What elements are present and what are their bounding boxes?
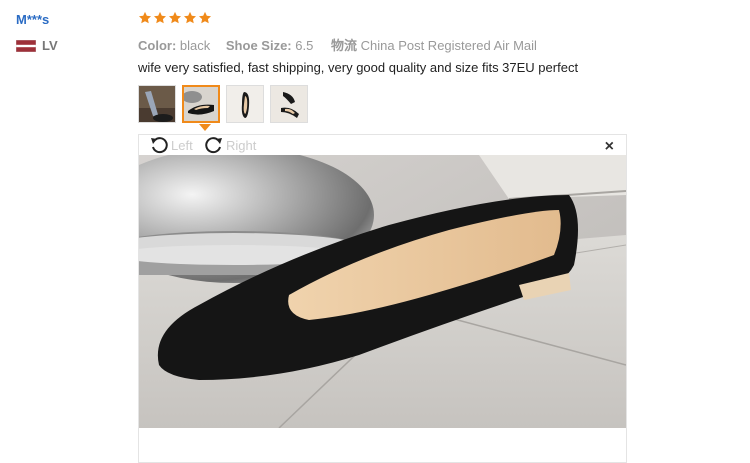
star-icon <box>168 11 182 24</box>
rotate-right-label: Right <box>226 137 257 153</box>
review-text: wife very satisfied, fast shipping, very… <box>138 60 579 75</box>
order-info: Color: black Shoe Size: 6.5 物流 China Pos… <box>138 35 549 54</box>
rotate-left-icon <box>151 137 168 154</box>
size-value: 6.5 <box>295 38 314 53</box>
latvia-flag-icon <box>16 39 36 52</box>
size-label: Shoe Size: <box>225 38 292 53</box>
star-rating <box>138 11 212 25</box>
rotate-left-label: Left <box>171 137 193 153</box>
logistics-value: China Post Registered Air Mail <box>360 38 537 53</box>
thumbnail-image <box>139 86 175 122</box>
thumbnail-4[interactable] <box>270 85 308 123</box>
thumbnail-2[interactable] <box>182 85 220 123</box>
active-thumbnail-pointer <box>199 124 211 131</box>
logistics-label: 物流 <box>330 38 357 53</box>
reviewer-country: LV <box>16 38 58 53</box>
star-icon <box>198 11 212 24</box>
reviewer-name[interactable]: M***s <box>16 12 49 27</box>
thumbnail-image <box>227 86 263 122</box>
color-label: Color: <box>138 38 177 53</box>
thumbnail-1[interactable] <box>138 85 176 123</box>
image-viewer: Left Right × <box>138 134 627 463</box>
thumbnail-image <box>271 86 307 122</box>
photo-thumbnails <box>138 85 308 123</box>
rotate-right-icon <box>205 137 222 154</box>
star-icon <box>153 11 167 24</box>
thumbnail-3[interactable] <box>226 85 264 123</box>
star-icon <box>138 11 152 24</box>
rotate-right-button[interactable]: Right <box>204 135 256 155</box>
rotate-left-button[interactable]: Left <box>149 135 193 155</box>
review-photo <box>139 155 626 428</box>
close-viewer-button[interactable]: × <box>605 139 614 155</box>
star-icon <box>183 11 197 24</box>
thumbnail-image <box>184 87 218 121</box>
country-code: LV <box>42 38 58 53</box>
color-value: black <box>179 38 211 53</box>
